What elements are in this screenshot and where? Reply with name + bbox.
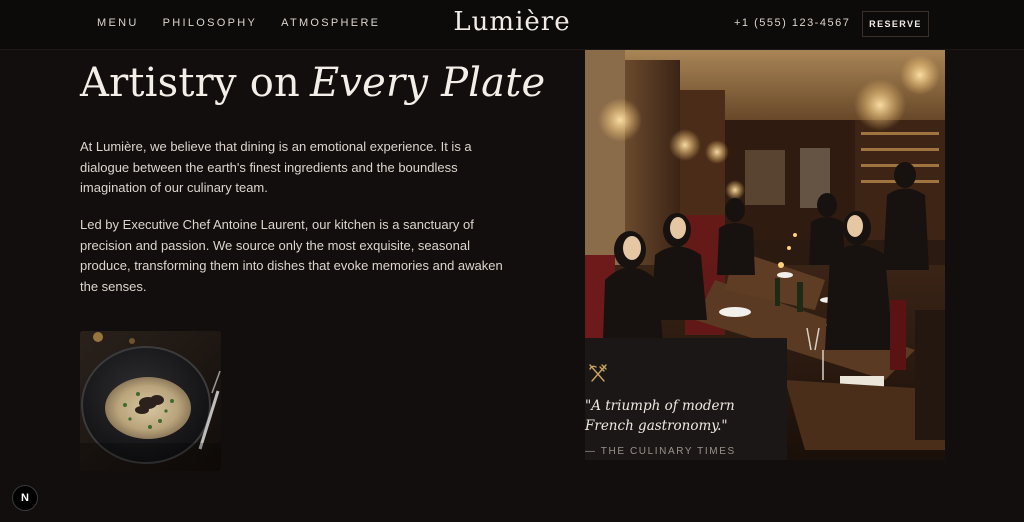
dev-tools-badge[interactable]: N bbox=[12, 485, 38, 511]
chef-paragraph: Led by Executive Chef Antoine Laurent, o… bbox=[80, 217, 503, 294]
quote-text: "A triumph of modern French gastronomy." bbox=[585, 398, 735, 434]
risotto-dish-image bbox=[80, 331, 221, 471]
phone-number[interactable]: +1 (555) 123-4567 bbox=[734, 17, 850, 29]
fork-knife-icon bbox=[587, 362, 609, 384]
top-navigation: MENU PHILOSOPHY ATMOSPHERE Lumière +1 (5… bbox=[0, 0, 1024, 50]
section-headline: Artistry on Every Plate bbox=[80, 60, 545, 106]
press-quote-card: "A triumph of modern French gastronomy."… bbox=[585, 338, 787, 460]
quote-source: — THE CULINARY TIMES bbox=[585, 446, 736, 457]
reserve-button[interactable]: RESERVE bbox=[862, 11, 929, 37]
headline-italic: Every Plate bbox=[309, 60, 546, 106]
intro-paragraph: At Lumière, we believe that dining is an… bbox=[80, 139, 472, 195]
headline-plain: Artistry on bbox=[80, 60, 300, 106]
